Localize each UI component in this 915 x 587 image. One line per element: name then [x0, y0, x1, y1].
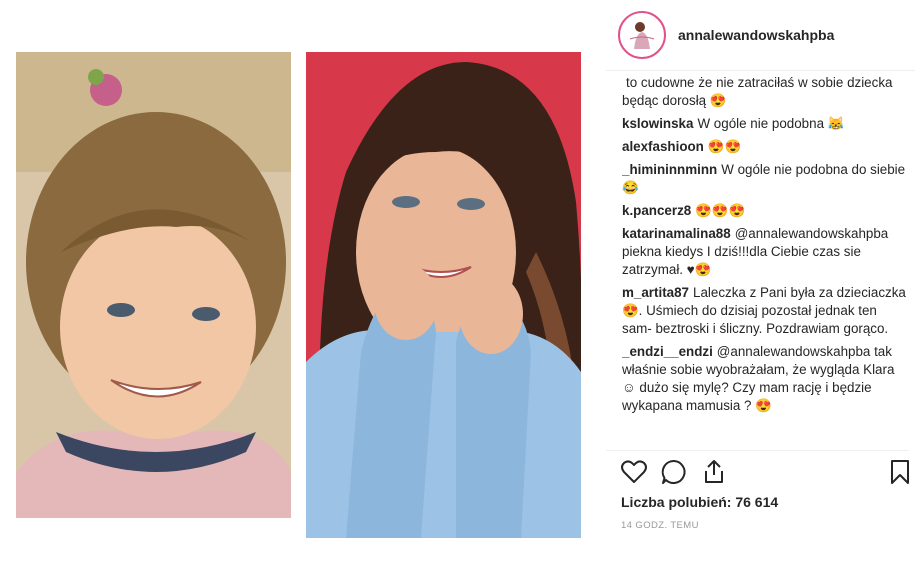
- actions-divider: [606, 450, 909, 451]
- comment-item: _endzi__endzi @annalewandowskahpba tak wł…: [622, 343, 906, 415]
- comment-username[interactable]: k.pancerz8: [622, 203, 691, 218]
- comment-username[interactable]: _himininnminn: [622, 162, 717, 177]
- comment-item: k.pancerz8 😍😍😍: [622, 202, 906, 220]
- post-media[interactable]: [0, 0, 600, 587]
- comment-item: m_artita87 Laleczka z Pani była za dzieci…: [622, 284, 906, 338]
- post-timestamp[interactable]: 14 GODZ. TEMU: [621, 520, 699, 531]
- adult-photo: [306, 52, 581, 538]
- comment-username[interactable]: katarinamalina88: [622, 226, 731, 241]
- comment-item: alexfashioon 😍😍: [622, 138, 906, 156]
- post-header: annalewandowskahpba: [606, 0, 915, 71]
- comment-item: kslowinska W ogóle nie podobna 😹: [622, 115, 906, 133]
- comment-text: 😍😍😍: [695, 203, 746, 218]
- comment-item: katarinamalina88 @annalewandowskahpba pie…: [622, 225, 906, 279]
- comment-username[interactable]: alexfashioon: [622, 139, 704, 154]
- post-username[interactable]: annalewandowskahpba: [678, 27, 834, 43]
- avatar[interactable]: [618, 11, 666, 59]
- comment-username[interactable]: kslowinska: [622, 116, 693, 131]
- heart-icon[interactable]: [620, 458, 648, 486]
- comment-item: _himininnminn W ogóle nie podobna do sieb…: [622, 161, 906, 197]
- likes-label: Liczba polubień:: [621, 494, 732, 510]
- comment-text: W ogóle nie podobna 😹: [697, 116, 845, 131]
- comment-text: 😍😍: [707, 139, 742, 154]
- comment-username[interactable]: m_artita87: [622, 285, 689, 300]
- comments-list: to cudowne że nie zatraciłaś w sobie dzi…: [622, 74, 906, 446]
- share-icon[interactable]: [700, 458, 728, 486]
- comment-item: to cudowne że nie zatraciłaś w sobie dzi…: [622, 74, 906, 110]
- bookmark-icon[interactable]: [886, 458, 914, 486]
- comment-username[interactable]: _endzi__endzi: [622, 344, 713, 359]
- comment-bubble-icon[interactable]: [660, 458, 688, 486]
- action-bar: [620, 458, 910, 490]
- likes-summary[interactable]: Liczba polubień: 76 614: [621, 494, 778, 510]
- childhood-photo: [16, 52, 291, 538]
- comment-text: to cudowne że nie zatraciłaś w sobie dzi…: [622, 75, 893, 108]
- likes-count: 76 614: [735, 494, 779, 510]
